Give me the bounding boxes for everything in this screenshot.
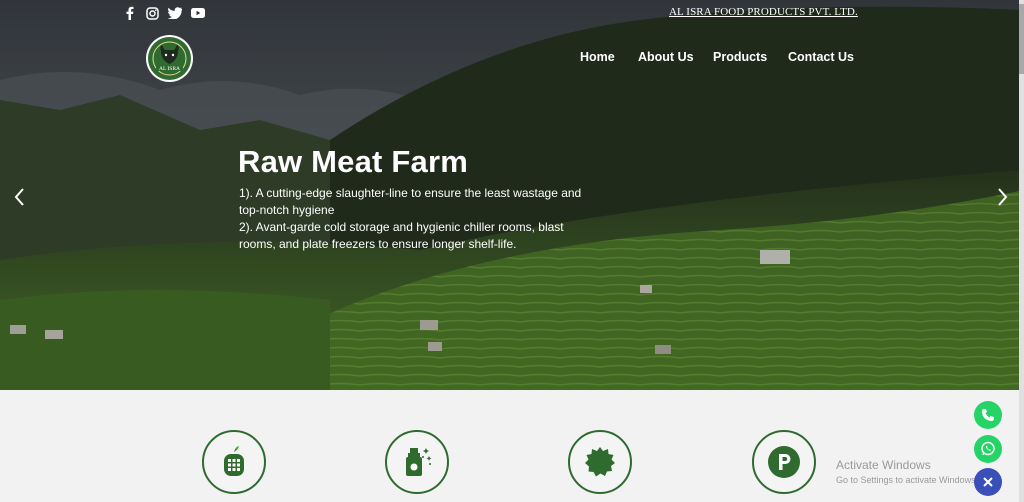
close-button[interactable]: [974, 468, 1002, 496]
close-icon: [983, 477, 993, 487]
social-links: [122, 6, 205, 20]
badge-icon: [585, 447, 615, 477]
page-scrollbar[interactable]: [1019, 0, 1024, 502]
watermark-title: Activate Windows: [836, 458, 931, 472]
call-button[interactable]: [974, 401, 1002, 429]
youtube-icon[interactable]: [191, 6, 205, 20]
slide-title: Raw Meat Farm: [238, 144, 468, 179]
watermark-subtitle: Go to Settings to activate Windows.: [836, 475, 979, 485]
whatsapp-button[interactable]: [974, 435, 1002, 463]
slider-prev-button[interactable]: [10, 186, 30, 208]
parking-icon: [768, 446, 800, 478]
spray-bottle-icon: [406, 448, 432, 476]
brand-name-link[interactable]: AL ISRA FOOD PRODUCTS PVT. LTD.: [669, 6, 858, 18]
nav-home[interactable]: Home: [580, 50, 615, 64]
slide-line-2: 2). Avant-garde cold storage and hygieni…: [239, 220, 564, 251]
feature-quality-badge[interactable]: [568, 430, 632, 494]
instagram-icon[interactable]: [145, 6, 159, 20]
windows-activation-watermark: Activate Windows Go to Settings to activ…: [836, 458, 978, 485]
slide-line-1: 1). A cutting-edge slaughter-line to ens…: [239, 186, 582, 217]
twitter-icon[interactable]: [168, 6, 182, 20]
nav-contact-us[interactable]: Contact Us: [788, 50, 854, 64]
logo-text: AL ISRA: [159, 66, 180, 72]
phone-icon: [982, 409, 994, 421]
nav-about-us[interactable]: About Us: [638, 50, 694, 64]
slider-next-button[interactable]: [992, 186, 1012, 208]
slide-description: 1). A cutting-edge slaughter-line to ens…: [239, 185, 584, 253]
whatsapp-icon: [981, 441, 995, 456]
scrollbar-thumb[interactable]: [1019, 4, 1024, 74]
hero-slider: AL ISRA FOOD PRODUCTS PVT. LTD. AL ISRA …: [0, 0, 1024, 390]
apple-calculator-icon: [224, 446, 244, 476]
chevron-left-icon: [14, 188, 24, 206]
feature-parking[interactable]: [752, 430, 816, 494]
feature-apple-calculator[interactable]: [202, 430, 266, 494]
nav-products[interactable]: Products: [713, 50, 767, 64]
chevron-right-icon: [998, 188, 1008, 206]
feature-spray-bottle[interactable]: [385, 430, 449, 494]
facebook-icon[interactable]: [122, 6, 136, 20]
company-logo[interactable]: AL ISRA: [145, 34, 194, 83]
